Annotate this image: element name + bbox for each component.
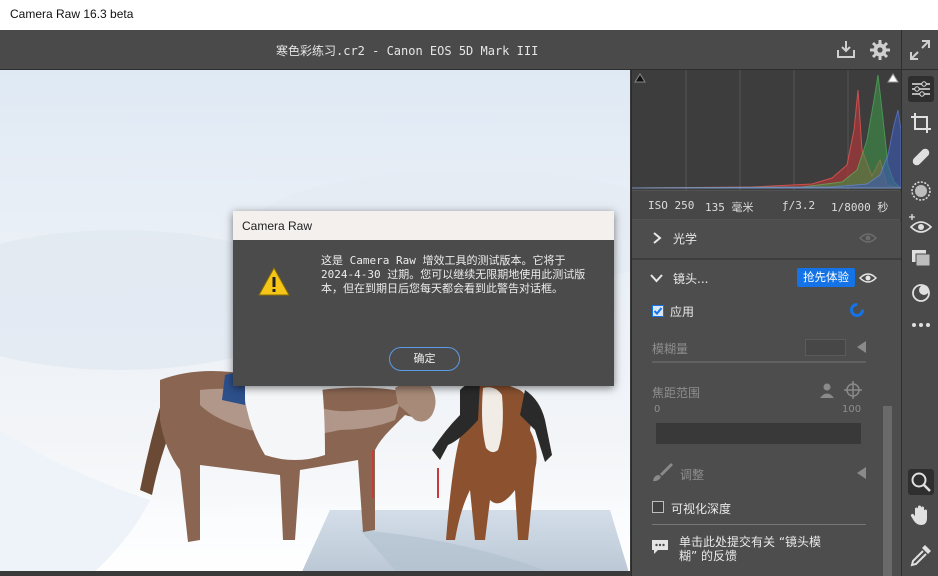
visualize-depth-checkbox[interactable] xyxy=(652,501,664,513)
mask-tool[interactable] xyxy=(908,178,934,204)
triangle-left-icon[interactable] xyxy=(855,340,867,354)
warning-icon xyxy=(258,267,290,296)
save-icon[interactable] xyxy=(834,38,858,62)
canvas-footer xyxy=(0,571,630,576)
blur-amount-field[interactable] xyxy=(805,339,846,356)
focal-length-value: 135 毫米 xyxy=(705,201,754,214)
hand-icon xyxy=(910,505,927,525)
highlight-clipping-icon xyxy=(887,73,899,83)
tool-strip xyxy=(901,70,938,576)
visualize-depth-label: 可视化深度 xyxy=(671,502,732,516)
presets-icon xyxy=(912,284,930,302)
redeye-tool[interactable] xyxy=(908,212,934,238)
sampler-tool[interactable] xyxy=(908,542,934,568)
histogram xyxy=(631,70,903,190)
mask-icon xyxy=(911,181,931,201)
crop-tool[interactable] xyxy=(908,110,934,136)
lens-blur-label: 镜头... xyxy=(673,272,709,286)
apply-checkbox[interactable] xyxy=(652,305,664,317)
hand-tool[interactable] xyxy=(908,502,934,528)
more-tool[interactable] xyxy=(908,312,934,338)
range-min: 0 xyxy=(654,404,661,415)
shutter-value: 1/8000 秒 xyxy=(831,201,889,214)
chevron-down-icon[interactable] xyxy=(650,272,663,284)
edit-tool[interactable] xyxy=(908,76,934,102)
divider xyxy=(652,524,866,525)
optics-label: 光学 xyxy=(673,232,698,246)
zoom-icon xyxy=(911,472,931,492)
eyedropper-icon xyxy=(910,545,931,567)
snapshots-icon xyxy=(912,250,931,267)
dialog-message: 这是 Camera Raw 增效工具的测试版本。它将于 2024-4-30 过期… xyxy=(321,254,586,295)
dialog-title: Camera Raw xyxy=(242,219,313,233)
app-title: Camera Raw 16.3 beta xyxy=(10,7,134,21)
histogram-graph xyxy=(631,70,903,190)
checkmark-icon xyxy=(653,307,663,315)
iso-value: ISO 250 xyxy=(648,199,695,212)
file-bar: 寒色彩练习.cr2 - Canon EOS 5D Mark III xyxy=(0,30,938,70)
snapshots-tool[interactable] xyxy=(908,246,934,272)
eye-icon[interactable] xyxy=(859,231,877,245)
dialog-title-bar: Camera Raw xyxy=(233,211,614,240)
presets-tool[interactable] xyxy=(908,280,934,306)
red-eye-icon xyxy=(909,214,933,233)
more-icon xyxy=(912,323,930,327)
panel-scrollbar[interactable] xyxy=(883,406,892,576)
gear-icon[interactable] xyxy=(868,38,892,62)
eye-icon[interactable] xyxy=(859,271,877,285)
triangle-left-icon[interactable] xyxy=(855,466,867,480)
person-focus-icon[interactable] xyxy=(818,381,836,399)
blur-amount-slider[interactable] xyxy=(652,361,866,363)
crosshair-icon[interactable] xyxy=(844,381,862,399)
beta-warning-dialog: Camera Raw 这是 Camera Raw 增效工具的测试版本。它将于 2… xyxy=(233,211,614,386)
divider xyxy=(901,30,902,70)
loading-spinner-icon xyxy=(850,303,864,317)
apply-label: 应用 xyxy=(670,305,695,319)
title-bar: Camera Raw 16.3 beta xyxy=(0,0,938,30)
bandage-icon xyxy=(912,148,930,166)
focal-range-bar[interactable] xyxy=(656,423,861,444)
early-access-badge[interactable]: 抢先体验 xyxy=(797,268,855,287)
sliders-icon xyxy=(912,81,930,97)
fullscreen-icon[interactable] xyxy=(908,38,932,62)
heal-tool[interactable] xyxy=(908,144,934,170)
chevron-right-icon[interactable] xyxy=(651,232,663,244)
focal-range-label: 焦距范围 xyxy=(652,386,701,400)
exif-info: ISO 250 135 毫米 ƒ/3.2 1/8000 秒 xyxy=(632,191,901,219)
blur-amount-label: 模糊量 xyxy=(652,342,689,356)
aperture-value: ƒ/3.2 xyxy=(782,199,816,212)
file-name: 寒色彩练习.cr2 - Canon EOS 5D Mark III xyxy=(276,44,539,58)
range-max: 100 xyxy=(842,404,862,415)
feedback-icon[interactable] xyxy=(651,538,669,556)
crop-icon xyxy=(911,113,931,133)
ok-button[interactable]: 确定 xyxy=(389,347,460,371)
feedback-link[interactable]: 单击此处提交有关 “镜头模糊” 的反馈 xyxy=(679,535,839,563)
adjust-label: 调整 xyxy=(680,468,705,482)
brush-icon[interactable] xyxy=(651,461,673,483)
zoom-tool[interactable] xyxy=(908,469,934,495)
shadow-clipping-icon xyxy=(634,73,646,83)
